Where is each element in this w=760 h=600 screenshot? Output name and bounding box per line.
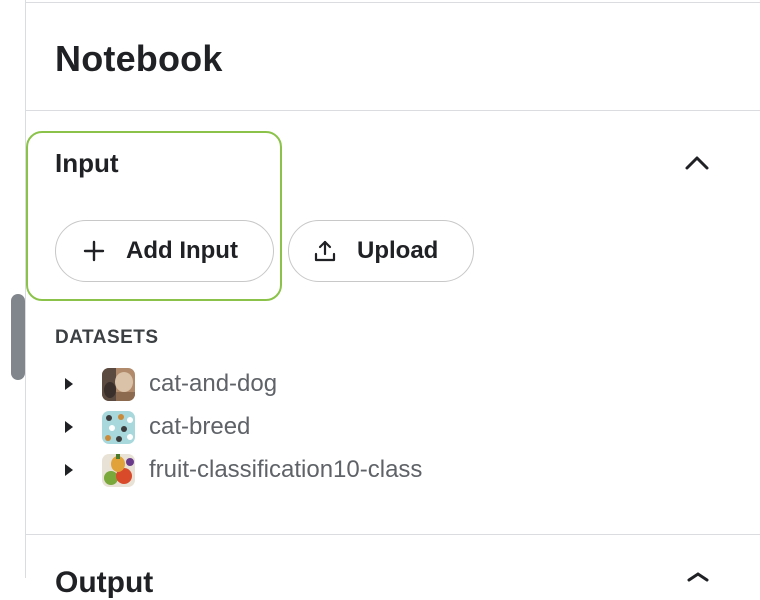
- fruit-thumbnail: [102, 453, 135, 487]
- left-gutter: [0, 0, 26, 578]
- top-divider: [26, 2, 760, 3]
- page-title: Notebook: [55, 38, 223, 79]
- dataset-item-cat-and-dog[interactable]: cat-and-dog: [55, 366, 277, 402]
- chevron-down-icon[interactable]: [686, 572, 710, 582]
- add-input-label: Add Input: [126, 237, 238, 264]
- upload-label: Upload: [357, 237, 439, 264]
- notebook-panel: Notebook Input Add Input Upload DATASETS: [26, 0, 760, 599]
- dataset-label: cat-and-dog: [149, 370, 278, 397]
- dataset-item-cat-breed[interactable]: cat-breed: [55, 409, 250, 445]
- expand-caret-icon[interactable]: [55, 366, 85, 402]
- upload-icon: [313, 239, 337, 263]
- dataset-label: cat-breed: [149, 413, 251, 440]
- add-input-button[interactable]: Add Input: [55, 220, 274, 282]
- chevron-up-icon: [685, 156, 709, 170]
- cat-breed-thumbnail: [102, 410, 135, 444]
- upload-button[interactable]: Upload: [288, 220, 474, 282]
- plus-icon: [82, 239, 106, 263]
- cat-and-dog-thumbnail: [102, 367, 135, 401]
- expand-caret-icon[interactable]: [55, 452, 85, 488]
- collapse-input-button[interactable]: [680, 148, 714, 178]
- dataset-label: fruit-classification10-class: [149, 456, 423, 483]
- section-divider: [26, 534, 760, 535]
- expand-caret-icon[interactable]: [55, 409, 85, 445]
- section-divider: [26, 110, 760, 111]
- input-section-title: Input: [55, 148, 119, 178]
- output-section-title: Output: [55, 566, 154, 599]
- scrollbar-thumb[interactable]: [11, 294, 25, 380]
- dataset-item-fruit-classification[interactable]: fruit-classification10-class: [55, 452, 422, 488]
- datasets-header: DATASETS: [55, 327, 159, 348]
